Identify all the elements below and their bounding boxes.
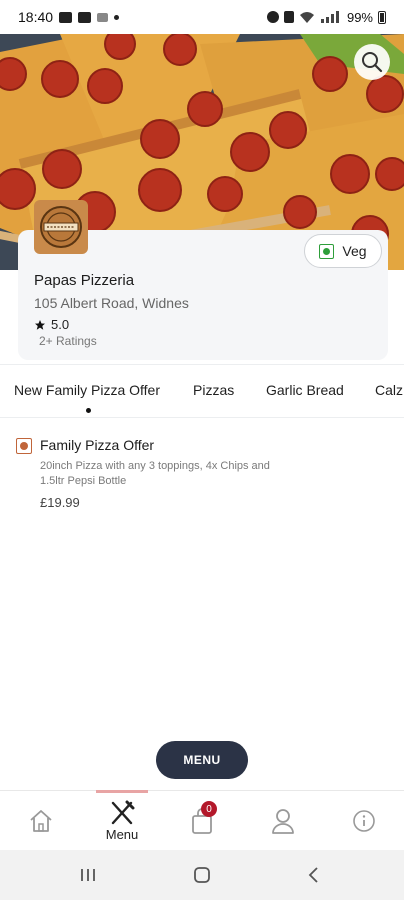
status-left: 18:40 [18,9,120,25]
search-icon [362,52,383,73]
nav-menu-label: Menu [105,827,139,842]
nav-menu[interactable]: Menu [96,791,148,851]
more-notifications-icon [114,14,120,20]
star-icon [35,319,45,330]
recents-button[interactable] [70,850,106,900]
active-tab-indicator [86,408,91,413]
nav-info[interactable] [340,791,388,851]
android-home-button[interactable] [184,850,220,900]
nav-profile[interactable] [260,791,306,851]
veg-label: Veg [342,243,367,259]
nav-home[interactable] [16,791,66,851]
back-button[interactable] [296,850,332,900]
alarm-icon [266,11,279,23]
mute-icon [283,11,294,23]
restaurant-rating: 5.0 [34,317,69,332]
tab-new-family-pizza-offer[interactable]: New Family Pizza Offer [14,382,160,398]
user-icon [272,809,294,834]
restaurant-logo [34,200,88,254]
tab-garlic-bread[interactable]: Garlic Bread [266,382,344,398]
info-icon [353,810,375,832]
papas-pizzeria-logo-icon [40,206,82,248]
youtube-notification-icon [78,11,92,23]
rating-value: 5.0 [51,317,70,332]
item-description: 20inch Pizza with any 3 toppings, 4x Chi… [40,460,270,487]
mail-notification-icon [97,12,109,22]
android-home-icon [194,867,210,883]
bottom-nav: Menu 0 [0,790,404,850]
battery-icon [378,10,386,24]
fork-knife-icon [111,800,135,825]
restaurant-card: Veg Papas Pizzeria 105 Albert Road, Widn… [18,200,388,360]
tab-calzone[interactable]: Calz [375,382,403,398]
recents-icon [81,869,95,881]
veg-icon [319,243,335,259]
item-price: £19.99 [40,495,80,510]
android-nav-bar [0,850,404,900]
category-tabs: New Family Pizza Offer Pizzas Garlic Bre… [0,364,404,418]
restaurant-name: Papas Pizzeria [34,272,135,289]
tab-pizzas[interactable]: Pizzas [193,382,234,398]
ratings-count: 2+ Ratings [39,334,97,348]
restaurant-address: 105 Albert Road, Widnes [34,295,189,311]
search-button[interactable] [354,44,390,80]
signal-icon [320,11,339,23]
veg-filter-toggle[interactable]: Veg [304,234,382,268]
home-icon [30,810,52,832]
battery-percent: 99% [346,9,373,25]
menu-button[interactable]: MENU [156,741,248,779]
item-name: Family Pizza Offer [40,437,155,453]
image-notification-icon [59,11,73,23]
status-bar: 18:40 99% [0,0,404,34]
non-veg-icon [16,438,32,454]
back-icon [308,867,318,883]
nav-cart[interactable]: 0 [180,791,224,851]
wifi-icon [299,12,314,23]
status-right: 99% [266,9,386,25]
status-time: 18:40 [18,9,54,25]
cart-count-badge: 0 [201,801,217,817]
